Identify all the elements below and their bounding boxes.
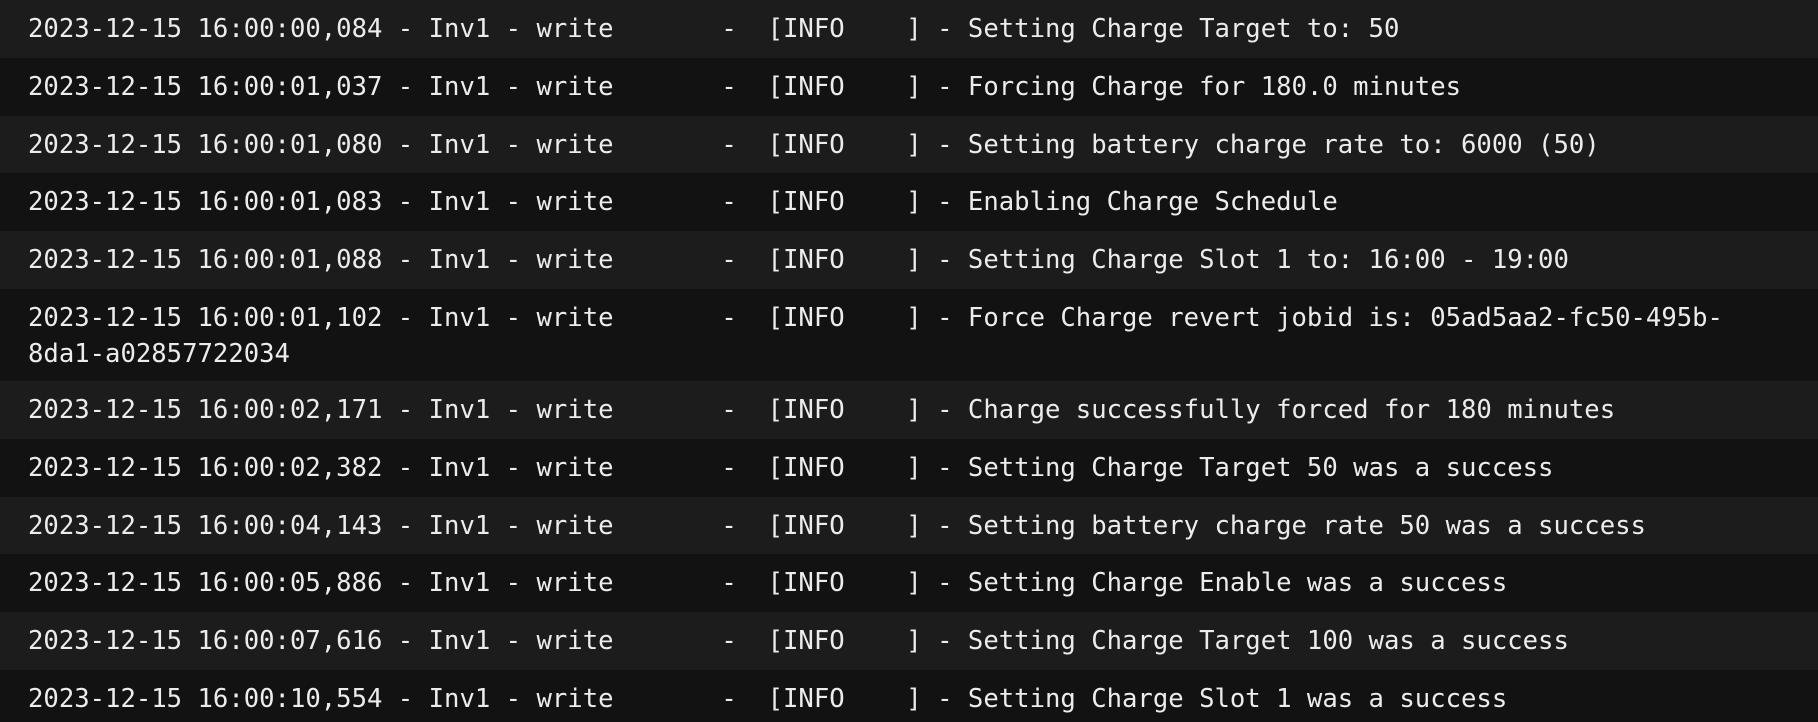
log-line: 2023-12-15 16:00:01,083 - Inv1 - write -… [0, 173, 1818, 232]
log-line: 2023-12-15 16:00:05,886 - Inv1 - write -… [0, 554, 1818, 613]
log-line: 2023-12-15 16:00:01,037 - Inv1 - write -… [0, 57, 1818, 116]
log-line: 2023-12-15 16:00:00,084 - Inv1 - write -… [0, 0, 1818, 58]
log-line: 2023-12-15 16:00:02,171 - Inv1 - write -… [0, 380, 1818, 439]
log-line: 2023-12-15 16:00:01,080 - Inv1 - write -… [0, 115, 1818, 174]
log-line: 2023-12-15 16:00:10,554 - Inv1 - write -… [0, 669, 1818, 722]
log-output: 2023-12-15 16:00:00,084 - Inv1 - write -… [0, 0, 1818, 722]
log-line: 2023-12-15 16:00:07,616 - Inv1 - write -… [0, 612, 1818, 670]
log-line: 2023-12-15 16:00:01,102 - Inv1 - write -… [0, 288, 1818, 381]
log-line: 2023-12-15 16:00:01,088 - Inv1 - write -… [0, 231, 1818, 289]
log-line: 2023-12-15 16:00:02,382 - Inv1 - write -… [0, 438, 1818, 497]
log-line: 2023-12-15 16:00:04,143 - Inv1 - write -… [0, 496, 1818, 555]
